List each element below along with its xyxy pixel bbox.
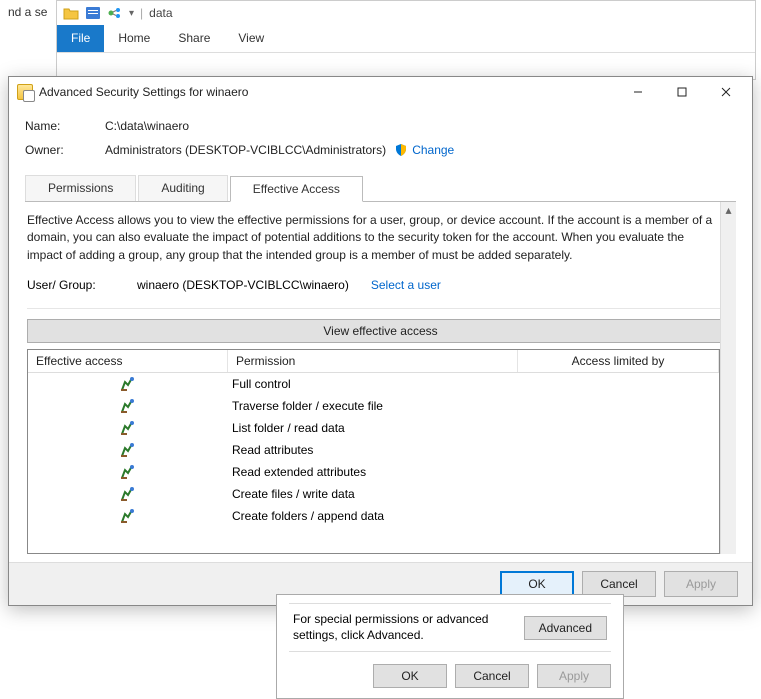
- usergroup-value: winaero (DESKTOP-VCIBLCC\winaero): [137, 278, 349, 292]
- tab-effective-access[interactable]: Effective Access: [230, 176, 363, 202]
- col-access-limited-by[interactable]: Access limited by: [518, 350, 719, 372]
- shield-icon: [394, 143, 408, 157]
- permission-cell: Read extended attributes: [228, 465, 518, 479]
- granted-icon: [120, 486, 136, 502]
- ribbon-tab-home[interactable]: Home: [104, 25, 164, 52]
- col-effective-access[interactable]: Effective access: [28, 350, 228, 372]
- ribbon-tab-file[interactable]: File: [57, 25, 104, 52]
- close-button[interactable]: [704, 78, 748, 106]
- view-effective-access-button[interactable]: View effective access: [27, 319, 734, 343]
- panel-scrollbar[interactable]: ▴: [720, 202, 736, 554]
- maximize-button[interactable]: [660, 78, 704, 106]
- qat-properties-icon[interactable]: [85, 6, 101, 20]
- tab-auditing[interactable]: Auditing: [138, 175, 227, 201]
- table-row[interactable]: List folder / read data: [28, 417, 719, 439]
- tab-permissions[interactable]: Permissions: [25, 175, 136, 201]
- apply-button[interactable]: Apply: [664, 571, 738, 597]
- properties-dialog-fragment: For special permissions or advanced sett…: [276, 594, 624, 699]
- usergroup-label: User/ Group:: [27, 278, 127, 292]
- select-user-link[interactable]: Select a user: [371, 278, 441, 292]
- granted-icon: [120, 442, 136, 458]
- permission-cell: Create folders / append data: [228, 509, 518, 523]
- table-row[interactable]: Traverse folder / execute file: [28, 395, 719, 417]
- dialog-titlebar: Advanced Security Settings for winaero: [9, 77, 752, 107]
- effective-access-grid: Effective access Permission Access limit…: [27, 349, 720, 554]
- explorer-title-text: data: [149, 6, 172, 20]
- prop-cancel-button[interactable]: Cancel: [455, 664, 529, 688]
- change-owner-link[interactable]: Change: [412, 143, 454, 157]
- granted-icon: [120, 508, 136, 524]
- col-permission[interactable]: Permission: [228, 350, 518, 372]
- granted-icon: [120, 464, 136, 480]
- permission-cell: List folder / read data: [228, 421, 518, 435]
- name-label: Name:: [25, 119, 105, 133]
- granted-icon: [120, 420, 136, 436]
- table-row[interactable]: Create folders / append data: [28, 505, 719, 527]
- explorer-titlebar: ▾ | data: [57, 1, 755, 25]
- security-folder-icon: [17, 84, 33, 100]
- owner-label: Owner:: [25, 143, 105, 157]
- permission-cell: Traverse folder / execute file: [228, 399, 518, 413]
- advanced-security-dialog: Advanced Security Settings for winaero N…: [8, 76, 753, 606]
- effective-access-panel: ▴ Effective Access allows you to view th…: [25, 202, 736, 554]
- minimize-button[interactable]: [616, 78, 660, 106]
- table-row[interactable]: Read extended attributes: [28, 461, 719, 483]
- dialog-tabs: Permissions Auditing Effective Access: [25, 175, 736, 202]
- scroll-up-icon[interactable]: ▴: [721, 202, 736, 218]
- grid-header: Effective access Permission Access limit…: [28, 350, 719, 373]
- folder-icon: [63, 6, 79, 20]
- advanced-hint-text: For special permissions or advanced sett…: [293, 612, 513, 643]
- owner-value: Administrators (DESKTOP-VCIBLCC\Administ…: [105, 143, 386, 157]
- qat-dropdown-icon[interactable]: ▾: [129, 8, 134, 19]
- permission-cell: Create files / write data: [228, 487, 518, 501]
- table-row[interactable]: Full control: [28, 373, 719, 395]
- advanced-button[interactable]: Advanced: [524, 616, 607, 640]
- table-row[interactable]: Read attributes: [28, 439, 719, 461]
- prop-ok-button[interactable]: OK: [373, 664, 447, 688]
- granted-icon: [120, 376, 136, 392]
- titlebar-separator: |: [140, 6, 143, 20]
- table-row[interactable]: Create files / write data: [28, 483, 719, 505]
- explorer-window: ▾ | data File Home Share View: [56, 0, 756, 80]
- effective-access-description: Effective Access allows you to view the …: [27, 212, 734, 264]
- divider: [27, 308, 734, 309]
- permission-cell: Full control: [228, 377, 518, 391]
- dialog-title: Advanced Security Settings for winaero: [39, 85, 616, 99]
- ribbon-tab-share[interactable]: Share: [164, 25, 224, 52]
- ribbon-tab-view[interactable]: View: [224, 25, 278, 52]
- name-value: C:\data\winaero: [105, 119, 189, 133]
- prop-apply-button[interactable]: Apply: [537, 664, 611, 688]
- find-bar-fragment: nd a se: [0, 0, 55, 24]
- explorer-ribbon: File Home Share View: [57, 25, 755, 53]
- qat-share-icon[interactable]: [107, 6, 123, 20]
- granted-icon: [120, 398, 136, 414]
- permission-cell: Read attributes: [228, 443, 518, 457]
